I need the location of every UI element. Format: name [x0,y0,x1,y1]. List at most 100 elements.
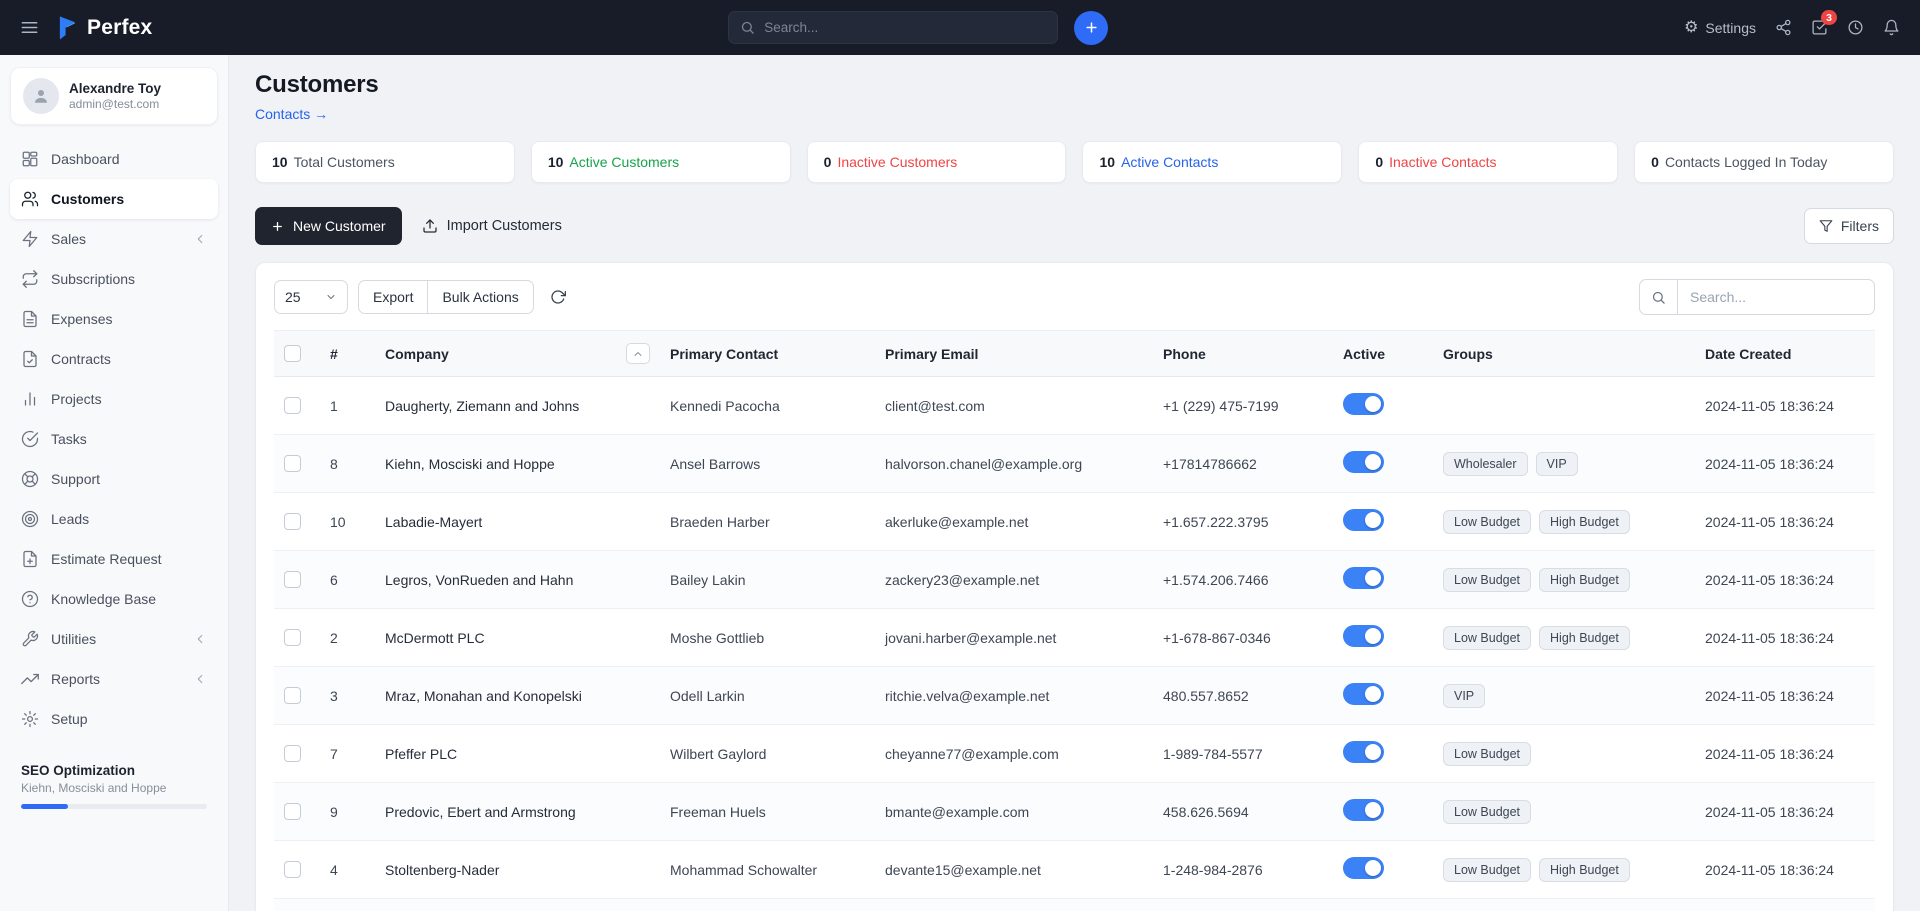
primary-email: ritchie.velva@example.net [875,667,1153,725]
stats-row: 10Total Customers10Active Customers0Inac… [255,141,1894,183]
user-profile-card[interactable]: Alexandre Toy admin@test.com [10,67,218,125]
column-header-active[interactable]: Active [1333,331,1433,377]
sidebar-item-contracts[interactable]: Contracts [10,339,218,379]
table-search [1639,279,1875,315]
row-checkbox[interactable] [284,745,301,762]
page-size-select[interactable]: 25 [274,280,348,314]
primary-contact[interactable]: Jarod Hermiston [660,899,875,911]
customer-company[interactable]: Legros, VonRueden and Hahn [375,551,660,609]
sidebar-item-label: Reports [51,671,100,687]
column-header-date-created[interactable]: Date Created [1695,331,1875,377]
sidebar-item-expenses[interactable]: Expenses [10,299,218,339]
active-toggle[interactable] [1343,509,1384,531]
customer-company[interactable]: Mraz, Monahan and Konopelski [375,667,660,725]
primary-contact[interactable]: Mohammad Schowalter [660,841,875,899]
contacts-link[interactable]: Contacts → [255,106,328,122]
bell-icon[interactable] [1883,19,1900,36]
customer-company[interactable]: McDermott PLC [375,609,660,667]
sidebar-item-sales[interactable]: Sales [10,219,218,259]
customer-company[interactable]: Pfeffer PLC [375,725,660,783]
sidebar-item-setup[interactable]: Setup [10,699,218,739]
sidebar-item-label: Customers [51,191,124,207]
primary-email: lavada@example.org [875,899,1153,911]
filters-button[interactable]: Filters [1804,208,1894,244]
primary-contact[interactable]: Wilbert Gaylord [660,725,875,783]
primary-email: cheyanne77@example.com [875,725,1153,783]
sidebar-item-leads[interactable]: Leads [10,499,218,539]
customer-company[interactable]: Labadie-Mayert [375,493,660,551]
refresh-button[interactable] [546,285,570,309]
project-summary[interactable]: SEO Optimization Kiehn, Mosciski and Hop… [10,763,218,809]
primary-contact[interactable]: Kennedi Pacocha [660,377,875,435]
export-button[interactable]: Export [358,280,428,314]
primary-contact[interactable]: Moshe Gottlieb [660,609,875,667]
import-customers-button[interactable]: Import Customers [422,218,562,234]
active-toggle[interactable] [1343,451,1384,473]
column-header-groups[interactable]: Groups [1433,331,1695,377]
table-search-input[interactable] [1677,279,1875,315]
phone: +1 (229) 475-7199 [1153,377,1333,435]
customer-company[interactable]: Stoltenberg-Nader [375,841,660,899]
sidebar-item-support[interactable]: Support [10,459,218,499]
row-checkbox[interactable] [284,571,301,588]
sidebar-item-label: Projects [51,391,102,407]
active-toggle[interactable] [1343,567,1384,589]
sidebar-item-utilities[interactable]: Utilities [10,619,218,659]
row-checkbox[interactable] [284,513,301,530]
table-row: 8Kiehn, Mosciski and HoppeAnsel Barrowsh… [274,435,1875,493]
sidebar-item-customers[interactable]: Customers [10,179,218,219]
primary-contact[interactable]: Bailey Lakin [660,551,875,609]
settings-button[interactable]: ⚙ Settings [1684,20,1756,36]
perfex-logo-icon [57,15,78,41]
sidebar-item-reports[interactable]: Reports [10,659,218,699]
active-toggle[interactable] [1343,857,1384,879]
sidebar-item-tasks[interactable]: Tasks [10,419,218,459]
bulk-actions-button[interactable]: Bulk Actions [427,280,533,314]
active-toggle[interactable] [1343,683,1384,705]
global-search-input[interactable] [764,20,1046,35]
sidebar-item-knowledge-base[interactable]: Knowledge Base [10,579,218,619]
brand-name: Perfex [87,16,152,40]
sidebar-item-projects[interactable]: Projects [10,379,218,419]
row-checkbox[interactable] [284,397,301,414]
stat-value: 10 [548,154,564,170]
menu-toggle-icon[interactable] [20,18,39,37]
column-header-number[interactable]: # [320,331,375,377]
share-icon[interactable] [1775,19,1792,36]
sidebar-item-estimate-request[interactable]: Estimate Request [10,539,218,579]
new-customer-button[interactable]: New Customer [255,207,402,245]
active-toggle[interactable] [1343,625,1384,647]
customer-company[interactable]: Predovic, Ebert and Armstrong [375,783,660,841]
brand-logo[interactable]: Perfex [57,15,152,41]
customer-id: 9 [320,783,375,841]
active-toggle[interactable] [1343,799,1384,821]
sidebar-item-dashboard[interactable]: Dashboard [10,139,218,179]
column-header-company[interactable]: Company [375,331,660,377]
column-header-phone[interactable]: Phone [1153,331,1333,377]
primary-contact[interactable]: Odell Larkin [660,667,875,725]
column-header-primary-contact[interactable]: Primary Contact [660,331,875,377]
global-search[interactable] [728,11,1058,44]
row-checkbox[interactable] [284,861,301,878]
sidebar-item-subscriptions[interactable]: Subscriptions [10,259,218,299]
primary-contact[interactable]: Ansel Barrows [660,435,875,493]
row-checkbox[interactable] [284,803,301,820]
primary-contact[interactable]: Freeman Huels [660,783,875,841]
sort-asc-button[interactable] [626,343,650,364]
customer-company[interactable]: Daugherty, Ziemann and Johns [375,377,660,435]
customer-company[interactable]: Treutel PLC [375,899,660,911]
active-toggle[interactable] [1343,741,1384,763]
primary-contact[interactable]: Braeden Harber [660,493,875,551]
row-checkbox[interactable] [284,629,301,646]
clock-icon[interactable] [1847,19,1864,36]
row-checkbox[interactable] [284,455,301,472]
tasks-check-icon[interactable]: 3 [1811,19,1828,36]
row-checkbox[interactable] [284,687,301,704]
active-toggle[interactable] [1343,393,1384,415]
customer-company[interactable]: Kiehn, Mosciski and Hoppe [375,435,660,493]
column-header-primary-email[interactable]: Primary Email [875,331,1153,377]
select-all-checkbox[interactable] [284,345,301,362]
quick-create-button[interactable] [1074,11,1108,45]
table-row: 5Treutel PLCJarod Hermistonlavada@exampl… [274,899,1875,911]
primary-email: akerluke@example.net [875,493,1153,551]
